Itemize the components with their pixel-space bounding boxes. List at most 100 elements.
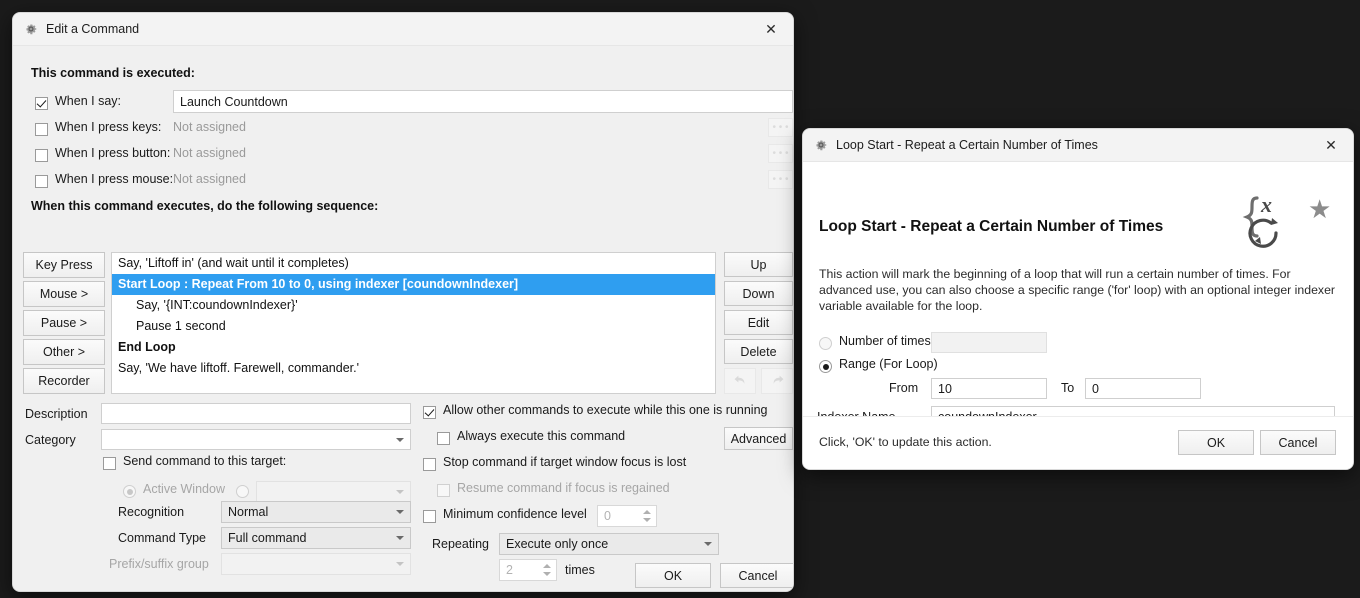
recorder-button[interactable]: Recorder: [23, 368, 105, 394]
range-for-loop-label: Range (For Loop): [839, 357, 938, 371]
when-i-press-keys-checkbox[interactable]: [35, 123, 48, 136]
list-item[interactable]: Pause 1 second: [112, 316, 715, 337]
resume-on-focus-regained-label: Resume command if focus is regained: [457, 481, 670, 495]
resume-on-focus-regained-checkbox[interactable]: [437, 484, 450, 497]
command-type-combo[interactable]: Full command: [221, 527, 411, 549]
range-for-loop-radio[interactable]: [819, 360, 832, 373]
when-i-say-checkbox[interactable]: [35, 97, 48, 110]
redo-button[interactable]: [761, 368, 793, 394]
delete-action-button[interactable]: Delete: [724, 339, 793, 364]
ok-button[interactable]: OK: [635, 563, 711, 588]
loop-ok-button[interactable]: OK: [1178, 430, 1254, 455]
list-item[interactable]: Say, 'We have liftoff. Farewell, command…: [112, 358, 715, 379]
when-i-press-button-checkbox[interactable]: [35, 149, 48, 162]
allow-other-commands-checkbox[interactable]: [423, 406, 436, 419]
move-down-button[interactable]: Down: [724, 281, 793, 306]
other-menu-button[interactable]: Other >: [23, 339, 105, 365]
when-i-press-button-value: Not assigned: [173, 146, 246, 160]
min-confidence-label: Minimum confidence level: [443, 507, 587, 521]
browse-mouse-button[interactable]: • • •: [768, 170, 793, 189]
list-item[interactable]: Say, '{INT:coundownIndexer}': [112, 295, 715, 316]
spinner-down-icon[interactable]: [543, 572, 551, 576]
loop-brace-icon: x: [1231, 192, 1291, 259]
edit-command-titlebar: Edit a Command ✕: [13, 13, 793, 46]
when-i-say-input[interactable]: Launch Countdown: [173, 90, 793, 113]
stop-on-focus-lost-label: Stop command if target window focus is l…: [443, 455, 686, 469]
move-up-button[interactable]: Up: [724, 252, 793, 277]
command-type-label: Command Type: [118, 531, 206, 545]
number-of-times-label: Number of times: [839, 334, 931, 348]
always-execute-label: Always execute this command: [457, 429, 625, 443]
loop-description: This action will mark the beginning of a…: [819, 266, 1337, 314]
target-window-combo[interactable]: [256, 481, 411, 502]
from-input[interactable]: 10: [931, 378, 1047, 399]
allow-other-commands-label: Allow other commands to execute while th…: [443, 403, 767, 417]
loop-start-title: Loop Start - Repeat a Certain Number of …: [836, 138, 1098, 152]
when-i-press-mouse-checkbox[interactable]: [35, 175, 48, 188]
to-label: To: [1061, 381, 1074, 395]
active-window-radio[interactable]: [123, 485, 136, 498]
description-input[interactable]: [101, 403, 411, 424]
number-of-times-input[interactable]: [931, 332, 1047, 353]
from-label: From: [889, 381, 918, 395]
repeat-times-spinner[interactable]: 2: [499, 559, 557, 581]
prefix-suffix-combo[interactable]: [221, 553, 411, 575]
list-item[interactable]: Start Loop : Repeat From 10 to 0, using …: [112, 274, 715, 295]
repeating-combo[interactable]: Execute only once: [499, 533, 719, 555]
when-i-say-label: When I say:: [55, 94, 121, 108]
repeating-value: Execute only once: [506, 537, 608, 551]
chevron-down-icon: [704, 542, 712, 546]
sequence-listbox[interactable]: Say, 'Liftoff in' (and wait until it com…: [111, 252, 716, 394]
undo-button[interactable]: [724, 368, 756, 394]
min-confidence-checkbox[interactable]: [423, 510, 436, 523]
when-i-press-mouse-value: Not assigned: [173, 172, 246, 186]
command-type-value: Full command: [228, 531, 307, 545]
chevron-down-icon: [396, 438, 404, 442]
loop-cancel-button[interactable]: Cancel: [1260, 430, 1336, 455]
repeating-label: Repeating: [432, 537, 489, 551]
recognition-combo[interactable]: Normal: [221, 501, 411, 523]
send-to-target-checkbox[interactable]: [103, 457, 116, 470]
recognition-value: Normal: [228, 505, 268, 519]
edit-action-button[interactable]: Edit: [724, 310, 793, 335]
loop-hint-text: Click, 'OK' to update this action.: [819, 435, 992, 449]
specific-window-radio[interactable]: [236, 485, 249, 498]
list-item[interactable]: Say, 'Liftoff in' (and wait until it com…: [112, 253, 715, 274]
min-confidence-spinner[interactable]: 0: [597, 505, 657, 527]
edit-command-window: Edit a Command ✕ This command is execute…: [12, 12, 794, 592]
list-item[interactable]: End Loop: [112, 337, 715, 358]
key-press-button[interactable]: Key Press: [23, 252, 105, 278]
sequence-heading: When this command executes, do the follo…: [31, 199, 378, 213]
number-of-times-radio[interactable]: [819, 337, 832, 350]
always-execute-checkbox[interactable]: [437, 432, 450, 445]
star-icon[interactable]: ★: [1308, 196, 1331, 222]
undo-arrow-icon: [732, 371, 749, 391]
stop-on-focus-lost-checkbox[interactable]: [423, 458, 436, 471]
gear-icon: [24, 22, 38, 36]
category-combo[interactable]: [101, 429, 411, 450]
browse-keys-button[interactable]: • • •: [768, 118, 793, 137]
desktop-background: Edit a Command ✕ This command is execute…: [0, 0, 1360, 598]
repeat-times-value: 2: [506, 563, 513, 577]
when-i-press-keys-label: When I press keys:: [55, 120, 161, 134]
prefix-suffix-label: Prefix/suffix group: [109, 557, 209, 571]
spinner-down-icon[interactable]: [643, 518, 651, 522]
spinner-up-icon[interactable]: [543, 564, 551, 568]
description-label: Description: [25, 407, 88, 421]
pause-menu-button[interactable]: Pause >: [23, 310, 105, 336]
advanced-button[interactable]: Advanced: [724, 427, 793, 450]
browse-button-button[interactable]: • • •: [768, 144, 793, 163]
loop-heading: Loop Start - Repeat a Certain Number of …: [819, 218, 1163, 236]
to-input[interactable]: 0: [1085, 378, 1201, 399]
spinner-up-icon[interactable]: [643, 510, 651, 514]
chevron-down-icon: [396, 490, 404, 494]
close-icon[interactable]: ✕: [749, 13, 793, 45]
when-i-press-keys-value: Not assigned: [173, 120, 246, 134]
close-icon[interactable]: ✕: [1309, 129, 1353, 161]
when-i-press-mouse-label: When I press mouse:: [55, 172, 173, 186]
when-i-press-button-label: When I press button:: [55, 146, 170, 160]
gear-icon: [814, 138, 828, 152]
cancel-button[interactable]: Cancel: [720, 563, 794, 588]
mouse-menu-button[interactable]: Mouse >: [23, 281, 105, 307]
loop-start-titlebar: Loop Start - Repeat a Certain Number of …: [803, 129, 1353, 162]
